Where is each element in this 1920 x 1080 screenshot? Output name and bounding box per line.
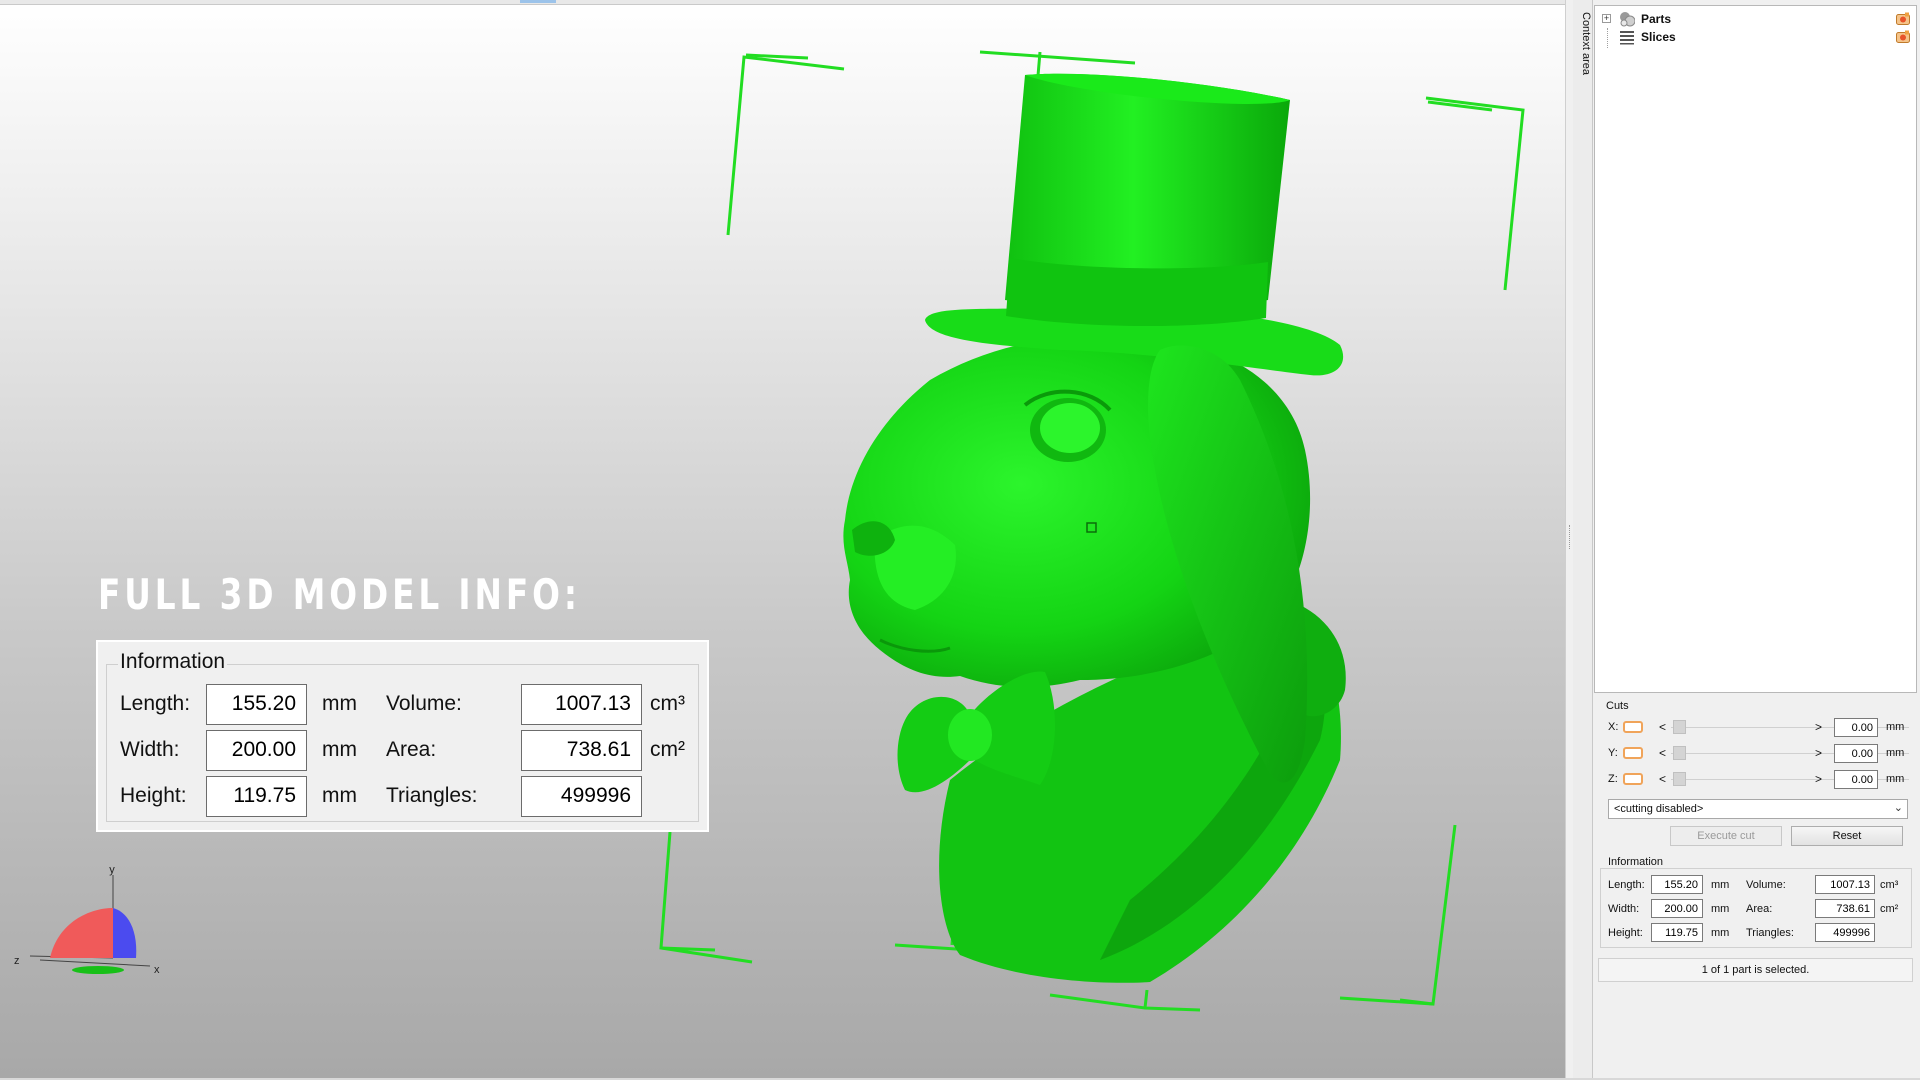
overlay-area-label: Area: [386, 738, 437, 761]
tree-item-label: Slices [1641, 30, 1676, 44]
overlay-title: FULL 3D MODEL INFO: [98, 570, 581, 619]
context-area-tab[interactable] [1573, 0, 1593, 1078]
cut-unit: mm [1886, 747, 1905, 759]
visibility-icon[interactable] [1896, 30, 1910, 43]
cut-value-input[interactable]: 0.00 [1834, 770, 1878, 789]
volume-value: 1007.13 [1815, 875, 1875, 894]
tree-item-slices[interactable]: Slices [1595, 28, 1916, 46]
cut-plane-toggle[interactable] [1623, 721, 1643, 733]
overlay-triangles-value: 499996 [521, 776, 642, 817]
slider-left-arrow[interactable]: < [1659, 720, 1666, 734]
splitter-grip[interactable] [1569, 525, 1572, 549]
triangles-label: Triangles: [1746, 927, 1794, 939]
length-unit: mm [1711, 879, 1730, 891]
cuts-title: Cuts [1606, 700, 1629, 712]
axis-label-z: z [14, 955, 20, 967]
cut-plane-toggle[interactable] [1623, 747, 1643, 759]
overlay-volume-label: Volume: [386, 692, 462, 715]
execute-cut-button[interactable]: Execute cut [1670, 826, 1782, 846]
visibility-icon[interactable] [1896, 12, 1910, 25]
overlay-info-panel: Information Length: 155.20 mm Volume: 10… [96, 640, 709, 832]
cut-value-input[interactable]: 0.00 [1834, 718, 1878, 737]
parts-tree[interactable]: + Parts Slices [1594, 5, 1917, 693]
xz-plane-green [72, 966, 124, 974]
overlay-length-unit: mm [322, 692, 357, 715]
overlay-volume-unit: cm³ [650, 692, 685, 715]
height-unit: mm [1711, 927, 1730, 939]
parts-icon [1620, 12, 1635, 27]
height-value: 119.75 [1651, 923, 1703, 942]
overlay-length-value: 155.20 [206, 684, 307, 725]
cut-axis-label: Y: [1608, 747, 1618, 759]
overlay-info-legend: Information [118, 650, 228, 674]
overlay-triangles-label: Triangles: [386, 784, 478, 807]
overlay-area-value: 738.61 [521, 730, 642, 771]
overlay-height-unit: mm [322, 784, 357, 807]
overlay-width-value: 200.00 [206, 730, 307, 771]
cut-plane-toggle[interactable] [1623, 773, 1643, 785]
overlay-width-unit: mm [322, 738, 357, 761]
slider-right-arrow[interactable]: > [1815, 772, 1822, 786]
triangles-value: 499996 [1815, 923, 1875, 942]
reset-button[interactable]: Reset [1791, 826, 1903, 846]
tree-item-parts[interactable]: + Parts [1595, 10, 1916, 28]
cut-row-x: X: < > 0.00 mm [1596, 718, 1916, 738]
model-canvas[interactable] [0, 0, 1565, 1078]
height-label: Height: [1608, 927, 1643, 939]
3d-viewport[interactable]: FULL 3D MODEL INFO: Information Length: … [0, 0, 1565, 1078]
length-label: Length: [1608, 879, 1645, 891]
axis-triad[interactable]: y x z [10, 860, 160, 980]
model-rabbit-bust[interactable] [843, 73, 1346, 983]
slider-left-arrow[interactable]: < [1659, 772, 1666, 786]
overlay-length-label: Length: [120, 692, 191, 715]
volume-label: Volume: [1746, 879, 1786, 891]
chevron-down-icon: ⌄ [1893, 802, 1903, 814]
volume-unit: cm³ [1880, 879, 1899, 891]
cut-slider-thumb[interactable] [1673, 720, 1686, 734]
overlay-area-unit: cm² [650, 738, 685, 761]
cut-slider-thumb[interactable] [1673, 772, 1686, 786]
overlay-height-label: Height: [120, 784, 187, 807]
area-unit: cm² [1880, 903, 1899, 915]
cut-value-input[interactable]: 0.00 [1834, 744, 1878, 763]
context-area-tab-label: Context area [1580, 12, 1592, 75]
cutting-mode-value: <cutting disabled> [1614, 803, 1704, 815]
overlay-width-label: Width: [120, 738, 180, 761]
cut-axis-label: X: [1608, 721, 1619, 733]
x-axis-line [39, 959, 151, 967]
area-label: Area: [1746, 903, 1773, 915]
yz-quadrant-blue [113, 908, 137, 958]
xy-quadrant-red [50, 908, 113, 958]
cut-row-z: Z: < > 0.00 mm [1596, 770, 1916, 790]
slider-left-arrow[interactable]: < [1659, 746, 1666, 760]
width-value: 200.00 [1651, 899, 1703, 918]
slider-right-arrow[interactable]: > [1815, 746, 1822, 760]
overlay-height-value: 119.75 [206, 776, 307, 817]
info-title: Information [1608, 856, 1664, 868]
axis-label-y: y [109, 864, 115, 876]
tree-item-label: Parts [1641, 12, 1672, 26]
axis-label-x: x [154, 964, 160, 976]
expand-icon[interactable]: + [1602, 14, 1611, 23]
cut-axis-label: Z: [1608, 773, 1618, 785]
cut-row-y: Y: < > 0.00 mm [1596, 744, 1916, 764]
length-value: 155.20 [1651, 875, 1703, 894]
selection-status: 1 of 1 part is selected. [1598, 958, 1913, 982]
width-unit: mm [1711, 903, 1730, 915]
overlay-volume-value: 1007.13 [521, 684, 642, 725]
cut-unit: mm [1886, 721, 1905, 733]
cut-unit: mm [1886, 773, 1905, 785]
width-label: Width: [1608, 903, 1640, 915]
area-value: 738.61 [1815, 899, 1875, 918]
cut-slider-thumb[interactable] [1673, 746, 1686, 760]
slices-icon [1620, 31, 1634, 45]
cutting-mode-select[interactable]: <cutting disabled> ⌄ [1608, 799, 1908, 819]
slider-right-arrow[interactable]: > [1815, 720, 1822, 734]
